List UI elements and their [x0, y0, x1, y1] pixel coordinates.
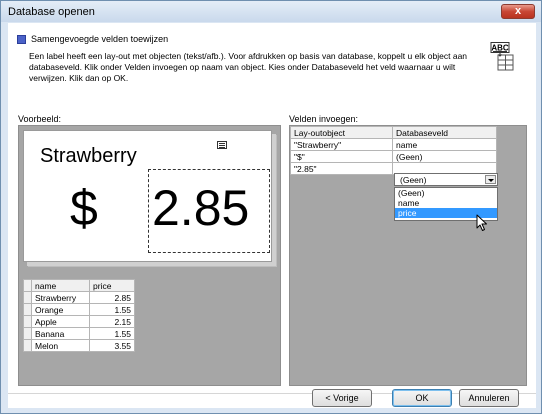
- table-row[interactable]: Apple 2.15: [23, 315, 135, 328]
- table-row[interactable]: Melon 3.55: [23, 339, 135, 352]
- column-header-name: name: [31, 279, 90, 292]
- mapping-row[interactable]: "$" (Geen): [290, 150, 497, 163]
- ok-button[interactable]: OK: [392, 389, 452, 407]
- field-mapping-table: Lay-outobject Databaseveld "Strawberry" n…: [290, 126, 497, 175]
- database-field-icon: [217, 141, 227, 149]
- cell-price: 3.55: [89, 339, 135, 352]
- table-row[interactable]: Banana 1.55: [23, 327, 135, 340]
- merge-fields-icon: ABC: [490, 42, 514, 71]
- database-field-cell[interactable]: name: [392, 138, 497, 151]
- database-table: name price Strawberry 2.85 Orange 1.55 App…: [23, 279, 135, 352]
- column-header-price: price: [89, 279, 135, 292]
- column-header-layout-object: Lay-outobject: [290, 126, 393, 139]
- instructions-text: Een label heeft een lay-out met objecten…: [29, 51, 468, 83]
- layout-object-cell[interactable]: "Strawberry": [290, 138, 393, 151]
- column-header-database-field: Databaseveld: [392, 126, 497, 139]
- cell-name: Melon: [31, 339, 90, 352]
- table-row[interactable]: Orange 1.55: [23, 303, 135, 316]
- preview-label: Voorbeeld:: [18, 114, 62, 124]
- window-title: Database openen: [8, 6, 95, 18]
- layout-object-cell[interactable]: "$": [290, 150, 393, 163]
- insert-fields-panel: Lay-outobject Databaseveld "Strawberry" n…: [289, 125, 527, 386]
- cell-price: 1.55: [89, 303, 135, 316]
- cell-name: Orange: [31, 303, 90, 316]
- text-object-preview: Strawberry: [40, 145, 137, 167]
- dropdown-option-none[interactable]: (Geen): [395, 188, 497, 198]
- cell-name: Apple: [31, 315, 90, 328]
- row-header: [23, 291, 32, 304]
- preview-panel: Strawberry $ 2.85 name price Strawberry 2…: [18, 125, 281, 386]
- database-field-select-value: (Geen): [400, 175, 427, 185]
- insert-fields-label: Velden invoegen:: [289, 114, 359, 124]
- label-preview: Strawberry $ 2.85: [23, 130, 272, 262]
- chevron-down-icon[interactable]: [485, 175, 496, 184]
- section-bullet-icon: [17, 35, 26, 44]
- database-field-cell[interactable]: (Geen): [392, 150, 497, 163]
- cell-name: Banana: [31, 327, 90, 340]
- close-button[interactable]: x: [501, 4, 535, 19]
- dropdown-option-name[interactable]: name: [395, 198, 497, 208]
- section-title: Samengevoegde velden toewijzen: [31, 34, 169, 44]
- cell-price: 2.15: [89, 315, 135, 328]
- dialog-body: Samengevoegde velden toewijzen Een label…: [8, 23, 536, 408]
- row-header: [23, 315, 32, 328]
- previous-button[interactable]: < Vorige: [312, 389, 372, 407]
- row-header: [23, 303, 32, 316]
- dialog-window: Database openen x Samengevoegde velden t…: [0, 0, 542, 414]
- cell-name: Strawberry: [31, 291, 90, 304]
- row-header: [23, 339, 32, 352]
- row-header: [23, 327, 32, 340]
- currency-object-preview: $: [70, 180, 98, 236]
- footer-divider: [8, 393, 536, 394]
- mapping-row[interactable]: "Strawberry" name: [290, 138, 497, 151]
- cell-price: 2.85: [89, 291, 135, 304]
- cancel-button[interactable]: Annuleren: [459, 389, 519, 407]
- mouse-pointer-icon: [476, 214, 487, 231]
- row-header-corner: [23, 279, 32, 292]
- database-field-select[interactable]: (Geen): [394, 173, 498, 186]
- layout-object-cell[interactable]: "2.85": [290, 162, 393, 175]
- price-object-preview: 2.85: [152, 180, 250, 236]
- table-row[interactable]: Strawberry 2.85: [23, 291, 135, 304]
- title-bar[interactable]: Database openen x: [1, 1, 541, 22]
- cell-price: 1.55: [89, 327, 135, 340]
- close-icon: x: [514, 5, 522, 17]
